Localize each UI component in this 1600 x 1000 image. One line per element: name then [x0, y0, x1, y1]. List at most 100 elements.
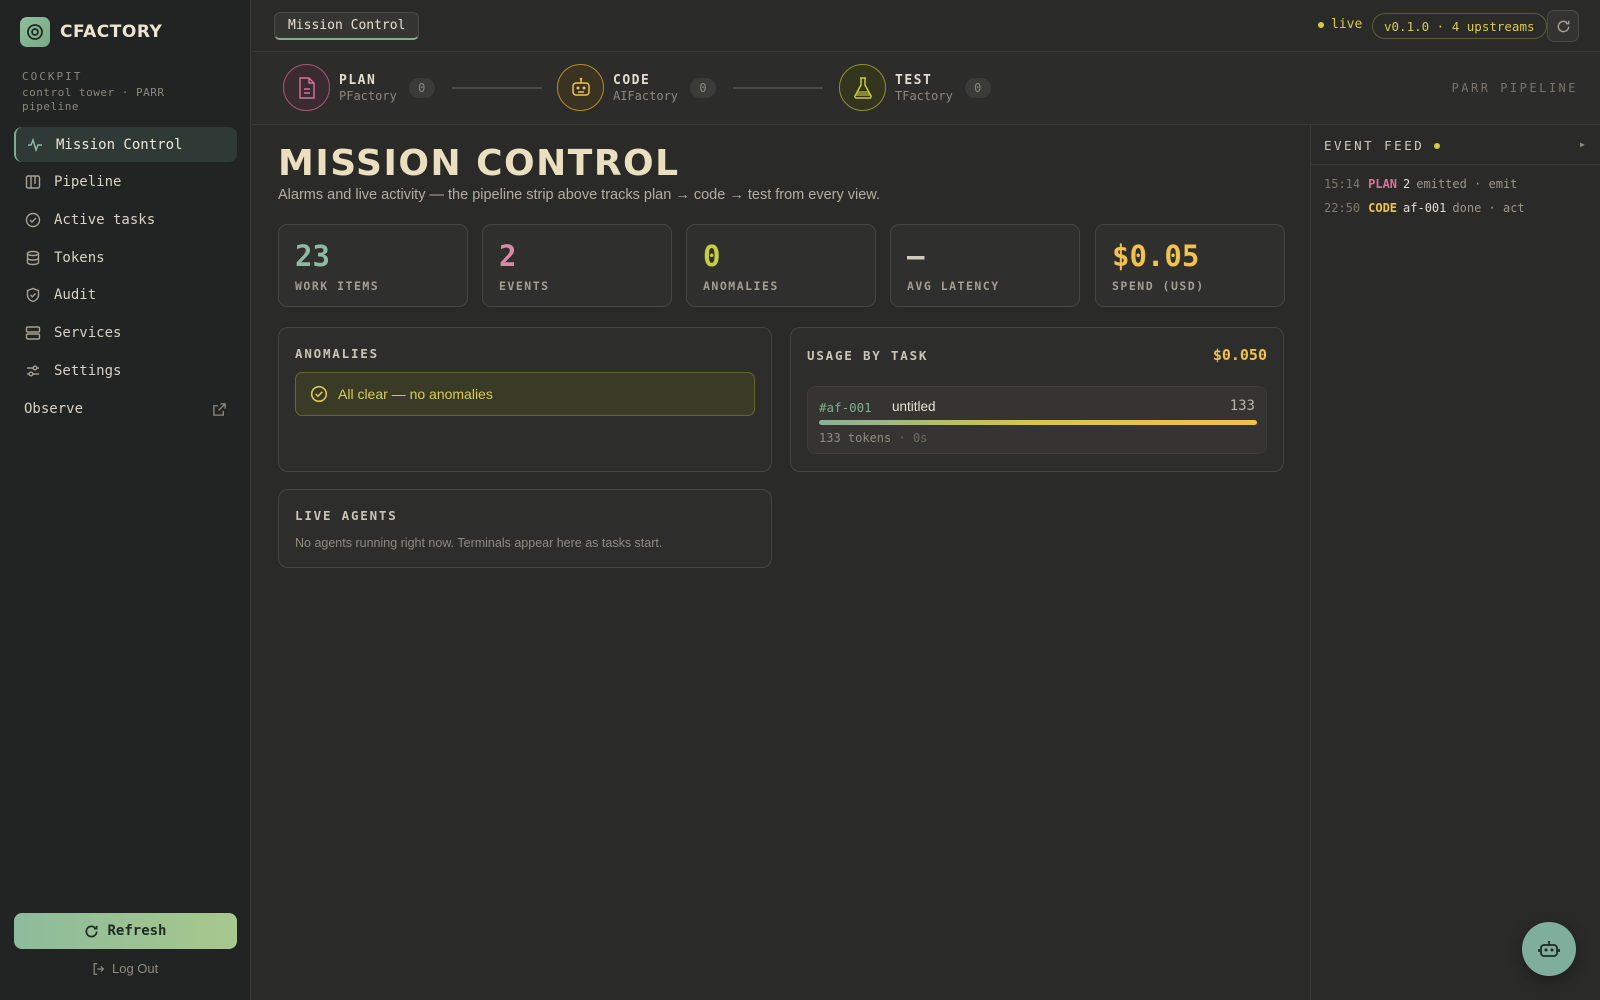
- stat-value: —: [907, 239, 925, 273]
- stat-label: EVENTS: [499, 279, 550, 293]
- stage-count: 0: [690, 77, 717, 98]
- usage-task-row[interactable]: #af-001 untitled 133 133 tokens · 0s: [807, 386, 1267, 454]
- flask-icon: [839, 64, 886, 111]
- all-clear-banner: All clear — no anomalies: [295, 372, 755, 416]
- panel-title: ANOMALIES: [295, 346, 379, 361]
- assistant-button[interactable]: [1522, 922, 1576, 976]
- sidebar-item-pipeline[interactable]: Pipeline: [14, 165, 237, 200]
- task-name: untitled: [892, 399, 936, 414]
- task-usage-bar: [819, 420, 1257, 425]
- version-badge[interactable]: v0.1.0 · 4 upstreams: [1372, 13, 1547, 39]
- event-time: 22:50: [1324, 201, 1361, 215]
- task-token-count: 133: [1229, 398, 1255, 414]
- stat-label: ANOMALIES: [703, 279, 779, 293]
- logout-label: Log Out: [112, 961, 159, 976]
- stage-connector: [733, 87, 823, 89]
- event-subject: 2: [1403, 177, 1411, 191]
- check-circle-icon: [25, 212, 41, 228]
- stat-card-work-items[interactable]: 23 WORK ITEMS: [278, 224, 468, 307]
- live-agents-panel: LIVE AGENTS No agents running right now.…: [278, 489, 772, 568]
- collapse-feed-button[interactable]: ▸: [1579, 137, 1586, 151]
- stage-name: CODE: [613, 72, 651, 88]
- stat-label: SPEND (USD): [1112, 279, 1205, 293]
- event-feed: EVENT FEED ▸ 15:14 PLAN 2 emitted · emit 22…: [1310, 125, 1600, 1000]
- stage-plan[interactable]: PLAN PFactory 0: [283, 64, 435, 111]
- robot-icon: [1538, 941, 1560, 957]
- sidebar-item-services[interactable]: Services: [14, 315, 237, 350]
- event-kind: CODE: [1368, 201, 1398, 215]
- top-bar: Mission Control live v0.1.0 · 4 upstream…: [252, 0, 1600, 52]
- event-time: 15:14: [1324, 177, 1361, 191]
- live-dot-icon: [1318, 21, 1324, 28]
- sidebar-item-label: Settings: [54, 362, 122, 379]
- stage-name: PLAN: [339, 72, 377, 88]
- task-duration: 0s: [912, 431, 928, 445]
- stat-card-events[interactable]: 2 EVENTS: [482, 224, 672, 307]
- breadcrumb-tab[interactable]: Mission Control: [274, 12, 420, 40]
- main-content: MISSION CONTROL Alarms and live activity…: [252, 125, 1310, 1000]
- stage-code[interactable]: CODE AIFactory 0: [557, 64, 717, 111]
- sidebar-item-settings[interactable]: Settings: [14, 353, 237, 388]
- activity-icon: [28, 137, 42, 152]
- logout-icon: [93, 962, 105, 975]
- document-icon: [283, 64, 330, 111]
- stage-name: TEST: [895, 72, 933, 88]
- brand-name: CFACTORY: [60, 22, 163, 42]
- refresh-button[interactable]: Refresh: [14, 913, 237, 949]
- event-feed-title: EVENT FEED: [1324, 138, 1441, 153]
- reload-button[interactable]: [1547, 10, 1579, 42]
- observe-link[interactable]: Observe: [24, 398, 227, 420]
- event-kind: PLAN: [1368, 177, 1398, 191]
- stat-value: 0: [703, 239, 721, 273]
- check-circle-icon: [310, 385, 328, 403]
- observe-label: Observe: [24, 401, 84, 417]
- live-indicator: live: [1318, 17, 1362, 32]
- event-text: emitted · emit: [1416, 177, 1518, 191]
- sidebar-item-active-tasks[interactable]: Active tasks: [14, 202, 237, 237]
- task-usage-fill: [819, 420, 1257, 425]
- robot-icon: [557, 64, 604, 111]
- sidebar-item-mission-control[interactable]: Mission Control: [14, 127, 237, 162]
- stat-card-anomalies[interactable]: 0 ANOMALIES: [686, 224, 876, 307]
- server-icon: [25, 326, 41, 340]
- page-subtitle: Alarms and live activity — the pipeline …: [278, 187, 880, 203]
- stage-factory: TFactory: [895, 88, 953, 103]
- sidebar-item-label: Active tasks: [54, 211, 156, 228]
- task-id: #af-001: [819, 400, 872, 415]
- panel-title: LIVE AGENTS: [295, 508, 398, 523]
- event-item[interactable]: 22:50 CODE af-001 done · act: [1324, 201, 1525, 215]
- pipeline-strip: PLAN PFactory 0 CODE AIFactory 0 TEST TF…: [252, 53, 1600, 125]
- event-feed-header: EVENT FEED ▸: [1311, 125, 1600, 165]
- anomalies-panel: ANOMALIES All clear — no anomalies: [278, 327, 772, 472]
- stat-card-spend[interactable]: $0.05 SPEND (USD): [1095, 224, 1285, 307]
- stage-count: 0: [408, 77, 435, 98]
- stage-count: 0: [964, 77, 991, 98]
- event-item[interactable]: 15:14 PLAN 2 emitted · emit: [1324, 177, 1517, 191]
- panel-title: USAGE BY TASK: [807, 348, 929, 363]
- cockpit-subtitle: control tower · PARR pipeline: [22, 86, 165, 113]
- stat-value: 2: [499, 239, 517, 273]
- live-dot-icon: [1434, 142, 1441, 149]
- kanban-icon: [25, 175, 41, 189]
- brand[interactable]: CFACTORY: [20, 17, 162, 47]
- brand-logo-icon: [20, 17, 50, 47]
- meta-separator: ·: [898, 431, 913, 445]
- refresh-label: Refresh: [107, 923, 167, 939]
- stage-factory: AIFactory: [613, 88, 679, 103]
- sidebar: CFACTORY COCKPIT control tower · PARR pi…: [0, 0, 251, 1000]
- all-clear-text: All clear — no anomalies: [338, 386, 493, 402]
- stage-connector: [452, 87, 542, 89]
- task-meta: 133 tokens · 0s: [819, 431, 927, 445]
- refresh-icon: [86, 924, 98, 937]
- stage-test[interactable]: TEST TFactory 0: [839, 64, 991, 111]
- event-text: done · act: [1452, 201, 1525, 215]
- logout-link[interactable]: Log Out: [92, 961, 158, 976]
- refresh-icon: [1557, 20, 1569, 32]
- sidebar-item-audit[interactable]: Audit: [14, 278, 237, 313]
- usage-panel: USAGE BY TASK $0.050 #af-001 untitled 13…: [790, 327, 1284, 472]
- event-subject: af-001: [1403, 201, 1447, 215]
- stat-card-avg-latency[interactable]: — AVG LATENCY: [890, 224, 1080, 307]
- sidebar-item-tokens[interactable]: Tokens: [14, 240, 237, 275]
- agents-empty-state: No agents running right now. Terminals a…: [295, 536, 663, 550]
- usage-total: $0.050: [1212, 346, 1267, 364]
